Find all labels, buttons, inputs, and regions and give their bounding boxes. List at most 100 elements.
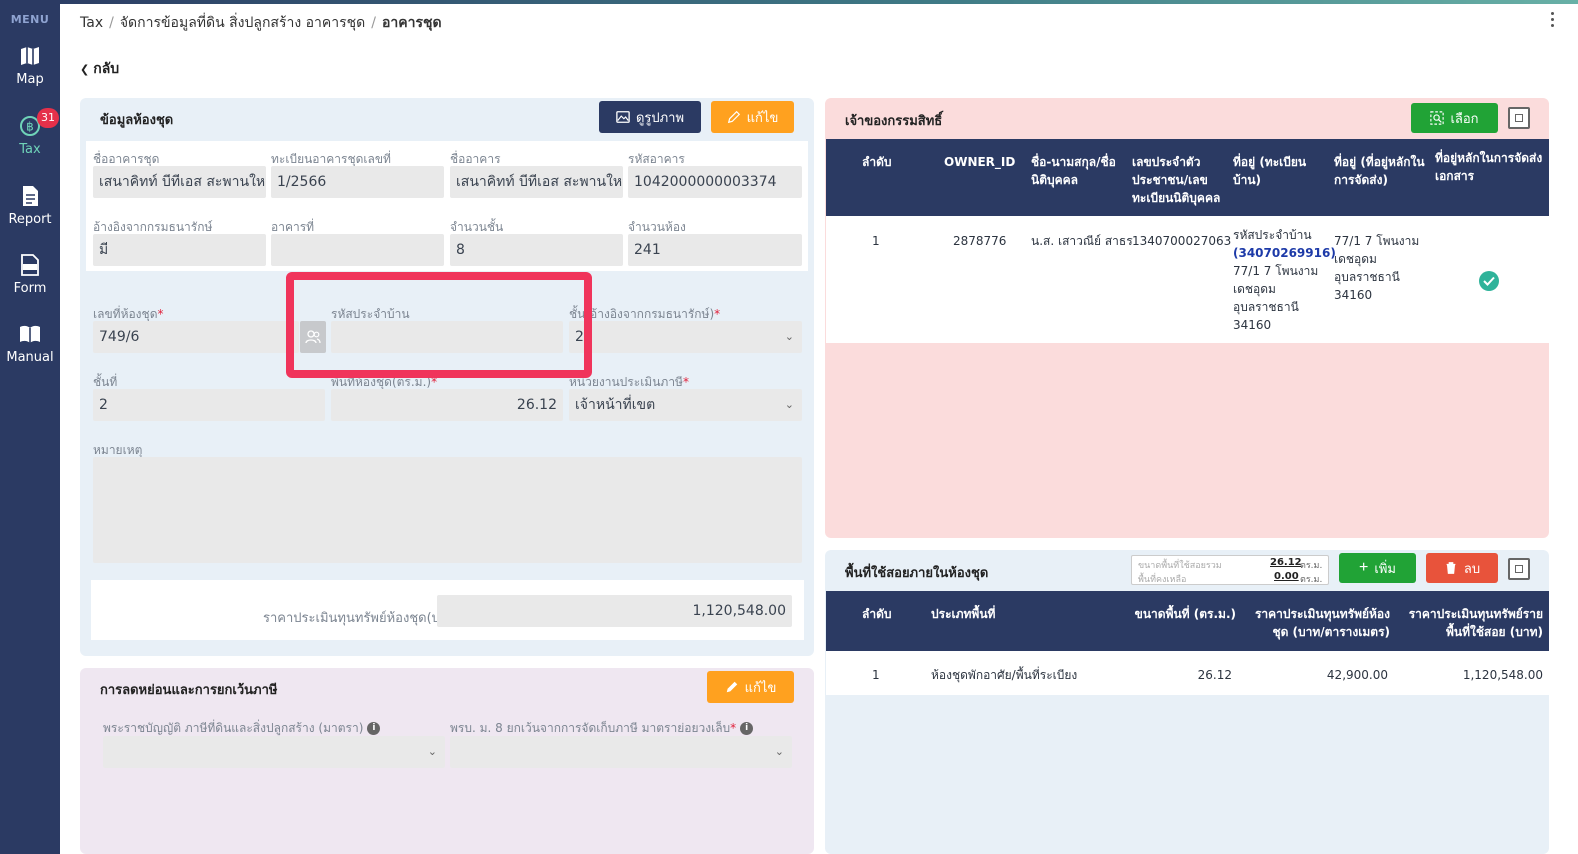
building-field[interactable]: เสนาคิทท์ บีทีเอส สะพานใหม่	[450, 166, 623, 198]
breadcrumb-root[interactable]: Tax	[80, 15, 103, 31]
owners-col-no: ลำดับ	[862, 155, 892, 169]
law-select[interactable]: ⌄	[103, 736, 445, 768]
sidebar-item-label: Form	[13, 281, 47, 296]
rooms-field[interactable]: 241	[628, 234, 802, 266]
chevron-down-icon: ⌄	[784, 330, 794, 343]
notification-badge: 31	[37, 108, 59, 128]
back-link[interactable]: ❮ กลับ	[80, 58, 119, 80]
total-area-value: 26.12	[1270, 557, 1302, 568]
owners-title: เจ้าของกรรมสิทธิ์	[845, 114, 943, 129]
owners-col-id-no: เลขประจำตัวประชาชน/เลขทะเบียนนิติบุคคล	[1132, 155, 1221, 205]
chevron-down-icon: ⌄	[784, 398, 794, 411]
expand-icon[interactable]	[1508, 107, 1530, 129]
treasury-ref-field[interactable]: มี	[93, 234, 266, 266]
check-icon	[1479, 271, 1499, 291]
remark-textarea[interactable]	[93, 457, 802, 563]
remaining-area-value: 0.00	[1274, 571, 1299, 582]
total-area-label: ขนาดพื้นที่ใช้สอยรวม	[1138, 561, 1222, 571]
back-label: กลับ	[93, 61, 120, 77]
trash-icon	[1446, 562, 1456, 574]
owners-col-mail-address: ที่อยู่ (ที่อยู่หลักในการจัดส่ง)	[1334, 155, 1425, 187]
owners-col-name: ชื่อ-นามสกุล/ชื่อนิติบุคคล	[1031, 155, 1116, 187]
usage-size: 26.12	[1197, 668, 1232, 682]
building-no-field[interactable]	[271, 234, 444, 266]
expand-icon[interactable]	[1508, 558, 1530, 580]
usage-type: ห้องชุดพักอาศัย/พื้นที่ระเบียง	[931, 668, 1078, 682]
pencil-icon	[727, 110, 740, 124]
sidebar-item-label: Tax	[19, 142, 41, 157]
chevron-down-icon: ⌄	[774, 745, 784, 758]
menu-title: MENU	[10, 13, 50, 26]
view-image-button[interactable]: ดูรูปภาพ	[599, 101, 701, 133]
sidebar-item-form[interactable]: Form	[0, 253, 60, 315]
usage-price: 1,120,548.00	[1462, 668, 1543, 682]
floors-field[interactable]: 8	[450, 234, 623, 266]
owner-no: 1	[872, 234, 880, 248]
usage-col-type: ประเภทพื้นที่	[931, 607, 996, 621]
chevron-left-icon: ❮	[80, 63, 90, 76]
more-menu-icon[interactable]	[1549, 12, 1555, 32]
search-select-icon	[1430, 111, 1445, 125]
plus-icon: +	[1359, 559, 1369, 576]
room-info-title: ข้อมูลห้องชุด	[100, 113, 174, 128]
doc-file-icon	[21, 254, 39, 276]
sidebar-item-report[interactable]: Report	[0, 184, 60, 246]
room-no-field[interactable]: 749/6	[93, 321, 299, 353]
owner-mail-address: 77/1 7 โพนงาม เดชอุดม อุบลราชธานี 34160	[1334, 234, 1420, 302]
owner-id-no: 1340700027063	[1132, 234, 1232, 248]
map-icon	[21, 47, 39, 65]
appraisal-field[interactable]: 1,120,548.00	[437, 595, 792, 627]
sidebar-item-manual[interactable]: Manual	[0, 322, 60, 384]
appraisal-label: ราคาประเมินทุนทรัพย์ห้องชุด(บาท)	[263, 611, 461, 626]
area-summary-box: ขนาดพื้นที่ใช้สอยรวม 26.12 ตร.ม. พื้นที่…	[1131, 555, 1329, 585]
usage-col-price-sqm: ราคาประเมินทุนทรัพย์ห้องชุด (บาท/ตารางเม…	[1254, 607, 1390, 639]
edit-room-button[interactable]: แก้ไข	[711, 101, 794, 133]
sidebar-item-label: Report	[8, 212, 52, 227]
area-field[interactable]: 26.12	[331, 389, 563, 421]
floor-ref-select[interactable]: 2 ⌄	[569, 321, 802, 353]
owners-col-main-address: ที่อยู่หลักในการจัดส่งเอกสาร	[1435, 151, 1543, 183]
edit-tax-reduction-button[interactable]: แก้ไข	[707, 671, 794, 703]
pencil-icon	[726, 681, 737, 693]
top-accent-bar	[0, 0, 1578, 4]
table-row[interactable]: 1 2878776 น.ส. เสาวณีย์ สาธร 13407000270…	[826, 216, 1549, 343]
sidebar-item-map[interactable]: Map	[0, 44, 60, 106]
info-icon[interactable]: i	[740, 722, 754, 735]
remaining-area-label: พื้นที่คงเหลือ	[1138, 575, 1187, 585]
owners-table-header: ลำดับ OWNER_ID ชื่อ-นามสกุล/ชื่อนิติบุคค…	[826, 139, 1549, 216]
usage-col-no: ลำดับ	[862, 607, 892, 621]
breadcrumb: Tax / จัดการข้อมูลที่ดิน สิ่งปลูกสร้าง อาค…	[80, 15, 442, 31]
floor-field[interactable]: 2	[93, 389, 325, 421]
usage-col-size: ขนาดพื้นที่ (ตร.ม.)	[1134, 607, 1236, 621]
document-icon	[23, 186, 38, 206]
owners-col-owner-id: OWNER_ID	[944, 155, 1016, 169]
highlight-box	[286, 272, 592, 378]
building-code-field[interactable]: 1042000000003374	[628, 166, 802, 198]
book-icon	[20, 325, 40, 343]
add-usage-button[interactable]: + เพิ่ม	[1339, 553, 1416, 583]
usage-col-price: ราคาประเมินทุนทรัพย์รายพื้นที่ใช้สอย (บา…	[1408, 607, 1543, 639]
breadcrumb-middle[interactable]: จัดการข้อมูลที่ดิน สิ่งปลูกสร้าง อาคารชุ…	[120, 15, 365, 31]
table-row[interactable]: 1 ห้องชุดพักอาศัย/พื้นที่ระเบียง 26.12 4…	[826, 651, 1549, 695]
info-icon[interactable]: i	[367, 722, 381, 735]
owner-id: 2878776	[953, 234, 1007, 248]
owner-address: รหัสประจำบ้าน (34070269916) 77/1 7 โพนงา…	[1233, 228, 1336, 332]
decree-select[interactable]: ⌄	[450, 736, 792, 768]
registration-no-field[interactable]: 1/2566	[271, 166, 444, 198]
sidebar-item-label: Map	[16, 72, 44, 87]
sidebar-item-tax[interactable]: ฿ 31 Tax	[0, 108, 60, 176]
image-icon	[616, 111, 630, 123]
breadcrumb-current: อาคารชุด	[381, 15, 442, 31]
house-code-link[interactable]: (34070269916)	[1233, 244, 1336, 262]
usage-title: พื้นที่ใช้สอยภายในห้องชุด	[845, 566, 989, 581]
delete-usage-button[interactable]: ลบ	[1426, 553, 1498, 583]
assessor-select[interactable]: เจ้าหน้าที่เขต ⌄	[569, 389, 802, 421]
sidebar: MENU Map ฿ 31 Tax Report Form Manual	[0, 0, 60, 854]
tax-reduction-title: การลดหย่อนและการยกเว้นภาษี	[100, 683, 278, 698]
sidebar-item-label: Manual	[6, 350, 54, 365]
svg-text:฿: ฿	[26, 120, 34, 134]
building-name-field[interactable]: เสนาคิทท์ บีทีเอส สะพานใหม่	[93, 166, 266, 198]
owner-name: น.ส. เสาวณีย์ สาธร	[1031, 234, 1133, 248]
usage-table-header: ลำดับ ประเภทพื้นที่ ขนาดพื้นที่ (ตร.ม.) …	[826, 591, 1549, 651]
select-owner-button[interactable]: เลือก	[1411, 103, 1498, 133]
